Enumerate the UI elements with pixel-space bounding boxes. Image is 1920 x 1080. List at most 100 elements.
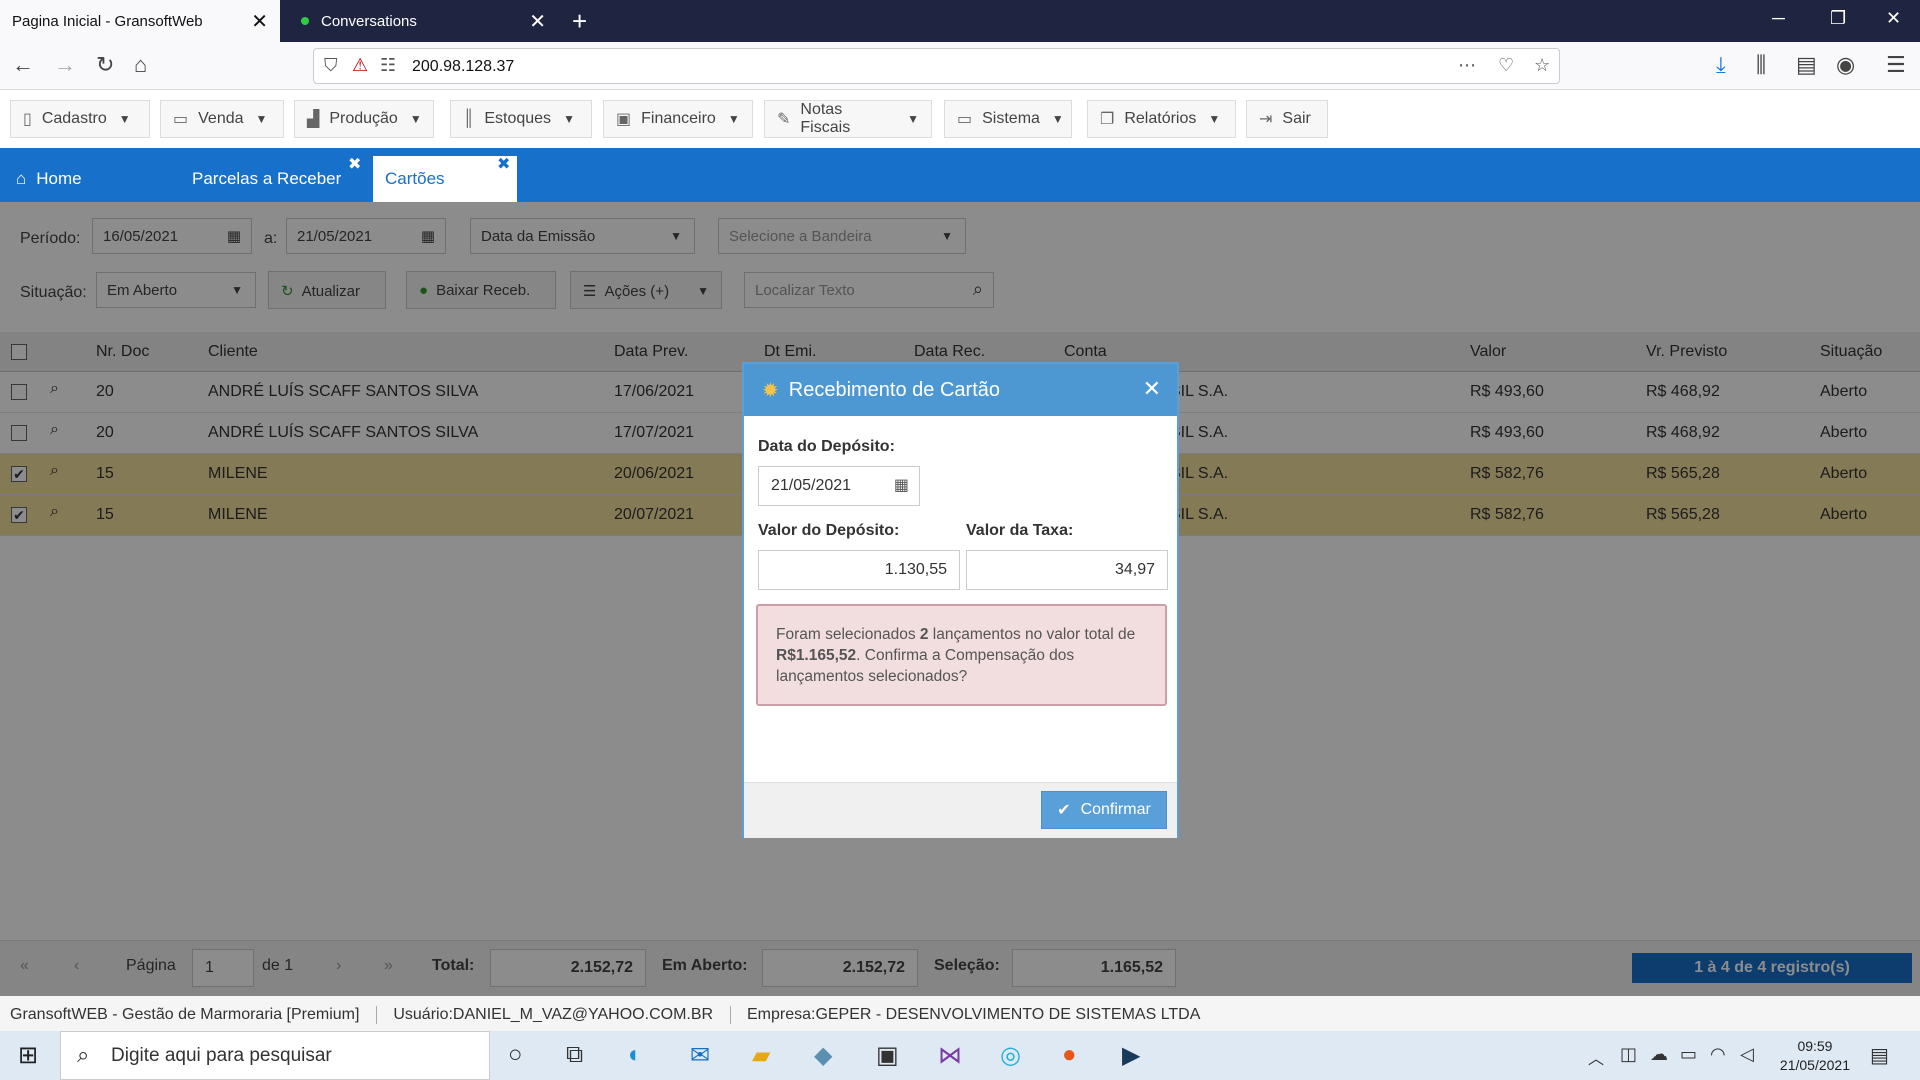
menu-relatorios[interactable]: ❐ Relatórios ▼ bbox=[1087, 100, 1236, 138]
menu-label: Sair bbox=[1282, 110, 1311, 127]
chat-app-icon[interactable]: ◎ bbox=[1000, 1041, 1021, 1070]
close-window-icon[interactable]: ✕ bbox=[1886, 8, 1901, 29]
onedrive-icon[interactable]: ☁ bbox=[1650, 1044, 1668, 1065]
data-deposito-input[interactable]: 21/05/2021 ▦ bbox=[758, 466, 920, 506]
app-menu: ▯ Cadastro ▼ ▭ Venda ▼ ▟ Produção ▼ ║ Estoques ▼… bbox=[0, 90, 1920, 146]
menu-label: Relatórios bbox=[1124, 110, 1197, 127]
valor-deposito-value: 1.130,55 bbox=[884, 561, 947, 578]
menu-producao[interactable]: ▟ Produção ▼ bbox=[294, 100, 434, 138]
close-icon[interactable]: ✕ bbox=[1143, 376, 1161, 402]
alert-count: 2 bbox=[919, 626, 929, 643]
browser-tab-gransoft[interactable]: Pagina Inicial - GransoftWeb ✕ bbox=[0, 0, 280, 42]
account-icon[interactable]: ◉ bbox=[1836, 52, 1855, 78]
tab-parcelas[interactable]: Parcelas a Receber ✖ bbox=[192, 156, 362, 202]
menu-notas-fiscais[interactable]: ✎ Notas Fiscais ▼ bbox=[764, 100, 932, 138]
menu-icon[interactable]: ☰ bbox=[1886, 52, 1906, 78]
logout-icon: ⇥ bbox=[1259, 111, 1273, 128]
close-icon[interactable]: ✕ bbox=[251, 9, 268, 34]
menu-sistema[interactable]: ▭ Sistema ▼ bbox=[944, 100, 1072, 138]
document-icon: ▯ bbox=[23, 111, 32, 128]
taskbar-search[interactable]: ⌕ Digite aqui para pesquisar bbox=[60, 1031, 490, 1080]
volume-icon[interactable]: ◁ bbox=[1740, 1044, 1754, 1065]
caret-down-icon: ▼ bbox=[1051, 112, 1064, 126]
alert-text: lançamentos no valor total de bbox=[928, 626, 1136, 643]
bookmark-star-icon[interactable]: ☆ bbox=[1534, 55, 1550, 76]
firefox-icon[interactable]: ● bbox=[1062, 1041, 1077, 1069]
confirm-button[interactable]: ✔ Confirmar bbox=[1041, 791, 1167, 829]
valor-taxa-value: 34,97 bbox=[1114, 561, 1155, 578]
folder-icon[interactable]: ▰ bbox=[752, 1041, 770, 1070]
menu-label: Financeiro bbox=[641, 110, 716, 127]
wifi-icon[interactable]: ◠ bbox=[1710, 1044, 1726, 1065]
app-tabbar: ⌂ Home Parcelas a Receber ✖ Cartões ✖ bbox=[0, 148, 1920, 202]
menu-label: Estoques bbox=[484, 110, 552, 127]
valor-taxa-input[interactable]: 34,97 bbox=[966, 550, 1168, 590]
caret-down-icon: ▼ bbox=[118, 112, 131, 126]
laptop-icon: ▭ bbox=[957, 111, 973, 128]
download-icon[interactable]: ⤓ bbox=[1716, 52, 1726, 78]
menu-cadastro[interactable]: ▯ Cadastro ▼ bbox=[10, 100, 150, 138]
windows-taskbar: ⊞ ⌕ Digite aqui para pesquisar ○ ⧉ ◐ ✉ ▰… bbox=[0, 1031, 1920, 1080]
new-tab-icon[interactable]: + bbox=[572, 6, 587, 37]
terminal-app-icon[interactable]: ▶ bbox=[1122, 1041, 1140, 1070]
task-view-icon[interactable]: ⧉ bbox=[566, 1041, 583, 1069]
card-icon: ▭ bbox=[173, 111, 189, 128]
tab-home[interactable]: ⌂ Home bbox=[16, 156, 136, 202]
permissions-icon: ☷ bbox=[380, 55, 397, 75]
close-icon[interactable]: ✕ bbox=[529, 9, 546, 34]
barcode-icon: ║ bbox=[463, 110, 475, 127]
tab-cartoes[interactable]: Cartões ✖ bbox=[373, 156, 517, 202]
tray-app-icon[interactable]: ◫ bbox=[1620, 1044, 1637, 1065]
browser-tab-title: Conversations bbox=[321, 12, 417, 30]
mail-icon[interactable]: ✉ bbox=[690, 1041, 710, 1070]
restore-icon[interactable]: ❐ bbox=[1830, 8, 1846, 29]
notification-icon[interactable]: ▤ bbox=[1870, 1043, 1889, 1068]
forward-icon[interactable]: → bbox=[54, 52, 76, 78]
close-icon[interactable]: ✖ bbox=[348, 154, 361, 174]
data-deposito-label: Data do Depósito: bbox=[758, 438, 895, 455]
windows-start-icon[interactable]: ⊞ bbox=[18, 1041, 38, 1070]
browser-tab-title: Pagina Inicial - GransoftWeb bbox=[12, 12, 203, 30]
menu-sair[interactable]: ⇥ Sair bbox=[1246, 100, 1328, 138]
pocket-icon[interactable]: ♡ bbox=[1498, 55, 1514, 76]
cortana-icon[interactable]: ○ bbox=[508, 1041, 523, 1069]
modal-title: Recebimento de Cartão bbox=[788, 378, 1000, 401]
menu-financeiro[interactable]: ▣ Financeiro ▼ bbox=[603, 100, 753, 138]
home-icon[interactable]: ⌂ bbox=[134, 52, 147, 78]
edge-icon[interactable]: ◐ bbox=[628, 1041, 643, 1069]
valor-deposito-input[interactable]: 1.130,55 bbox=[758, 550, 960, 590]
gear-icon: ✹ bbox=[762, 379, 779, 402]
data-deposito-value: 21/05/2021 bbox=[771, 477, 852, 494]
caret-down-icon: ▼ bbox=[727, 112, 740, 126]
edit-icon: ✎ bbox=[777, 111, 791, 128]
tab-label: Home bbox=[36, 169, 82, 188]
taskbar-clock[interactable]: 09:59 21/05/2021 bbox=[1780, 1037, 1850, 1075]
caret-down-icon: ▼ bbox=[907, 112, 919, 126]
library-icon[interactable]: ⫼ bbox=[1756, 52, 1766, 78]
insecure-icon: ⚠ bbox=[352, 55, 369, 75]
visual-studio-icon[interactable]: ⋈ bbox=[938, 1041, 962, 1070]
sidebar-icon[interactable]: ▤ bbox=[1796, 52, 1817, 78]
battery-icon[interactable]: ▭ bbox=[1680, 1044, 1697, 1065]
confirmation-alert: Foram selecionados 2 lançamentos no valo… bbox=[756, 604, 1167, 706]
browser-tab-conversations[interactable]: Conversations ✕ bbox=[283, 0, 558, 42]
minimize-icon[interactable]: ─ bbox=[1772, 8, 1785, 29]
menu-estoques[interactable]: ║ Estoques ▼ bbox=[450, 100, 592, 138]
home-icon: ⌂ bbox=[16, 169, 27, 188]
more-icon[interactable]: ⋯ bbox=[1458, 55, 1476, 76]
url-text[interactable]: 200.98.128.37 bbox=[412, 58, 514, 76]
tab-label: Parcelas a Receber bbox=[192, 169, 342, 188]
back-icon[interactable]: ← bbox=[12, 52, 34, 78]
calendar-icon[interactable]: ▦ bbox=[894, 475, 909, 495]
menu-label: Produção bbox=[329, 110, 398, 127]
url-bar[interactable]: ⛉ ⚠ ☷ 200.98.128.37 ⋯ ♡ ☆ bbox=[313, 48, 1560, 84]
clock-date: 21/05/2021 bbox=[1779, 1057, 1850, 1073]
tray-chevron-icon[interactable]: ︿ bbox=[1588, 1045, 1604, 1069]
app-icon[interactable]: ◆ bbox=[814, 1041, 832, 1070]
modal-header: ✹ Recebimento de Cartão ✕ bbox=[744, 364, 1177, 416]
menu-venda[interactable]: ▭ Venda ▼ bbox=[160, 100, 284, 138]
reload-icon[interactable]: ↻ bbox=[96, 52, 114, 78]
store-icon[interactable]: ▣ bbox=[876, 1041, 899, 1070]
close-icon[interactable]: ✖ bbox=[497, 154, 510, 174]
app-name: GransoftWEB bbox=[10, 1006, 108, 1024]
